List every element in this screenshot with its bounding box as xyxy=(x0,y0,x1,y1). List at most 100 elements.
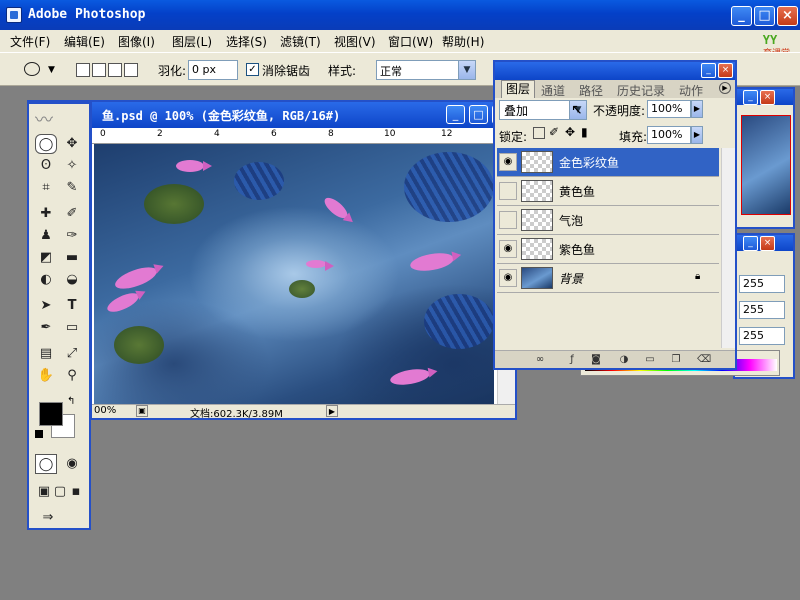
color-minimize-button[interactable]: _ xyxy=(743,236,758,251)
navigator-minimize-button[interactable]: _ xyxy=(743,90,758,105)
tab-channels[interactable]: 通道 xyxy=(541,82,565,99)
elliptical-marquee-preset-icon[interactable] xyxy=(24,62,40,76)
crop-tool-icon[interactable]: ⌗ xyxy=(35,178,57,198)
healing-brush-tool-icon[interactable]: ✚ xyxy=(35,204,57,224)
dodge-tool-icon[interactable]: ◒ xyxy=(61,270,83,290)
blue-value-field[interactable]: 255 xyxy=(739,327,785,345)
red-value-field[interactable]: 255 xyxy=(739,275,785,293)
preset-dropdown-icon[interactable]: ▼ xyxy=(48,65,55,75)
layer-style-icon[interactable]: ƒ xyxy=(565,353,579,367)
layers-minimize-button[interactable]: _ xyxy=(701,63,716,78)
navigator-thumbnail[interactable] xyxy=(741,115,791,215)
pen-tool-icon[interactable]: ✒ xyxy=(35,318,57,338)
feather-input[interactable]: 0 px xyxy=(188,60,238,80)
gradient-tool-icon[interactable]: ▬ xyxy=(61,248,83,268)
add-selection-mode-icon[interactable] xyxy=(92,63,106,77)
menu-edit[interactable]: 编辑(E) xyxy=(64,33,105,50)
history-brush-tool-icon[interactable]: ✑ xyxy=(61,226,83,246)
menu-help[interactable]: 帮助(H) xyxy=(442,33,484,50)
elliptical-marquee-tool-icon[interactable]: ◯ xyxy=(35,134,57,154)
new-group-icon[interactable]: ▭ xyxy=(643,353,657,367)
blur-tool-icon[interactable]: ◐ xyxy=(35,270,57,290)
layer-row[interactable]: ◉ 背景 🔒︎ xyxy=(497,264,719,293)
menu-filter[interactable]: 滤镜(T) xyxy=(280,33,321,50)
layer-row[interactable]: 气泡 xyxy=(497,206,719,235)
lasso-tool-icon[interactable]: ʘ xyxy=(35,156,57,176)
green-value-field[interactable]: 255 xyxy=(739,301,785,319)
eraser-tool-icon[interactable]: ◩ xyxy=(35,248,57,268)
magic-wand-tool-icon[interactable]: ✧ xyxy=(61,156,83,176)
document-minimize-button[interactable]: _ xyxy=(446,105,465,124)
hand-tool-icon[interactable]: ✋ xyxy=(35,366,57,386)
opacity-input[interactable]: 100% xyxy=(647,100,691,118)
menu-view[interactable]: 视图(V) xyxy=(334,33,376,50)
tab-paths[interactable]: 路径 xyxy=(579,82,603,99)
layers-scrollbar[interactable] xyxy=(721,148,735,348)
minimize-button[interactable]: _ xyxy=(731,6,752,26)
panel-menu-arrow-icon[interactable]: ▶ xyxy=(719,82,731,94)
brush-tool-icon[interactable]: ✐ xyxy=(61,204,83,224)
layer-row[interactable]: 黄色鱼 xyxy=(497,177,719,206)
opacity-slider-arrow-icon[interactable]: ▶ xyxy=(691,100,703,118)
eye-icon[interactable]: ◉ xyxy=(499,240,517,258)
trash-icon[interactable]: ⌫ xyxy=(697,353,711,367)
notes-tool-icon[interactable]: ▤ xyxy=(35,344,57,364)
tab-actions[interactable]: 动作 xyxy=(679,82,703,99)
tab-history[interactable]: 历史记录 xyxy=(617,82,665,99)
shape-tool-icon[interactable]: ▭ xyxy=(61,318,83,338)
add-mask-icon[interactable]: ◙ xyxy=(589,353,603,367)
menu-file[interactable]: 文件(F) xyxy=(10,33,50,50)
standard-mode-icon[interactable]: ◯ xyxy=(35,454,57,474)
style-select[interactable]: 正常 ▼ xyxy=(376,60,476,80)
lock-position-icon[interactable]: ✥ xyxy=(565,125,575,139)
fill-input[interactable]: 100% xyxy=(647,126,691,144)
move-tool-icon[interactable]: ✥ xyxy=(61,134,83,154)
full-screen-mode-icon[interactable]: ▪ xyxy=(65,482,87,502)
layers-close-button[interactable]: × xyxy=(718,63,733,78)
layer-row[interactable]: ◉ 金色彩纹鱼 xyxy=(497,148,719,177)
path-selection-tool-icon[interactable]: ➤ xyxy=(35,296,57,316)
close-button[interactable]: × xyxy=(777,6,798,26)
tab-layers[interactable]: 图层 xyxy=(501,80,536,98)
maximize-button[interactable]: □ xyxy=(754,6,775,26)
image-canvas[interactable] xyxy=(94,144,494,404)
intersect-selection-mode-icon[interactable] xyxy=(124,63,138,77)
layer-row[interactable]: ◉ 紫色鱼 xyxy=(497,235,719,264)
antialias-checkbox[interactable]: ✓ xyxy=(246,63,259,76)
eye-icon[interactable]: ◉ xyxy=(499,269,517,287)
lock-pixels-icon[interactable]: ✐ xyxy=(549,125,559,139)
fill-slider-arrow-icon[interactable]: ▶ xyxy=(691,126,703,144)
new-layer-icon[interactable]: ❐ xyxy=(669,353,683,367)
subtract-selection-mode-icon[interactable] xyxy=(108,63,122,77)
visibility-toggle[interactable] xyxy=(499,211,517,229)
zoom-tool-icon[interactable]: ⚲ xyxy=(61,366,83,386)
default-colors-icon[interactable] xyxy=(35,430,43,438)
adjustment-layer-icon[interactable]: ◑ xyxy=(617,353,631,367)
zoom-level[interactable]: 00% xyxy=(94,405,116,416)
type-tool-icon[interactable]: T xyxy=(61,296,83,316)
quick-mask-mode-icon[interactable]: ◉ xyxy=(61,454,83,474)
document-maximize-button[interactable]: □ xyxy=(469,105,488,124)
link-layers-icon[interactable]: ∞ xyxy=(533,353,547,367)
layers-panel: _ × 图层 通道 路径 历史记录 动作 ▶ 叠加 ▼ ↖ 不透明度: 100%… xyxy=(493,60,737,370)
new-selection-mode-icon[interactable] xyxy=(76,63,90,77)
color-close-button[interactable]: × xyxy=(760,236,775,251)
lock-transparency-icon[interactable] xyxy=(533,127,545,139)
menu-window[interactable]: 窗口(W) xyxy=(388,33,433,50)
lock-all-icon[interactable]: ▮ xyxy=(581,125,588,139)
menu-select[interactable]: 选择(S) xyxy=(226,33,267,50)
status-menu-arrow-icon[interactable]: ▶ xyxy=(326,405,338,417)
status-info-icon[interactable]: ▣ xyxy=(136,405,148,417)
jump-to-imageready-icon[interactable]: ⇒ xyxy=(37,508,59,528)
slice-tool-icon[interactable]: ✎ xyxy=(61,178,83,198)
foreground-color-swatch[interactable] xyxy=(39,402,63,426)
eyedropper-tool-icon[interactable]: ⤢ xyxy=(61,344,83,364)
navigator-close-button[interactable]: × xyxy=(760,90,775,105)
menu-layer[interactable]: 图层(L) xyxy=(172,33,212,50)
visibility-toggle[interactable] xyxy=(499,182,517,200)
clone-stamp-tool-icon[interactable]: ♟ xyxy=(35,226,57,246)
menu-image[interactable]: 图像(I) xyxy=(118,33,155,50)
chevron-down-icon[interactable]: ▼ xyxy=(458,61,475,79)
swap-colors-icon[interactable]: ↰ xyxy=(67,396,75,407)
eye-icon[interactable]: ◉ xyxy=(499,153,517,171)
